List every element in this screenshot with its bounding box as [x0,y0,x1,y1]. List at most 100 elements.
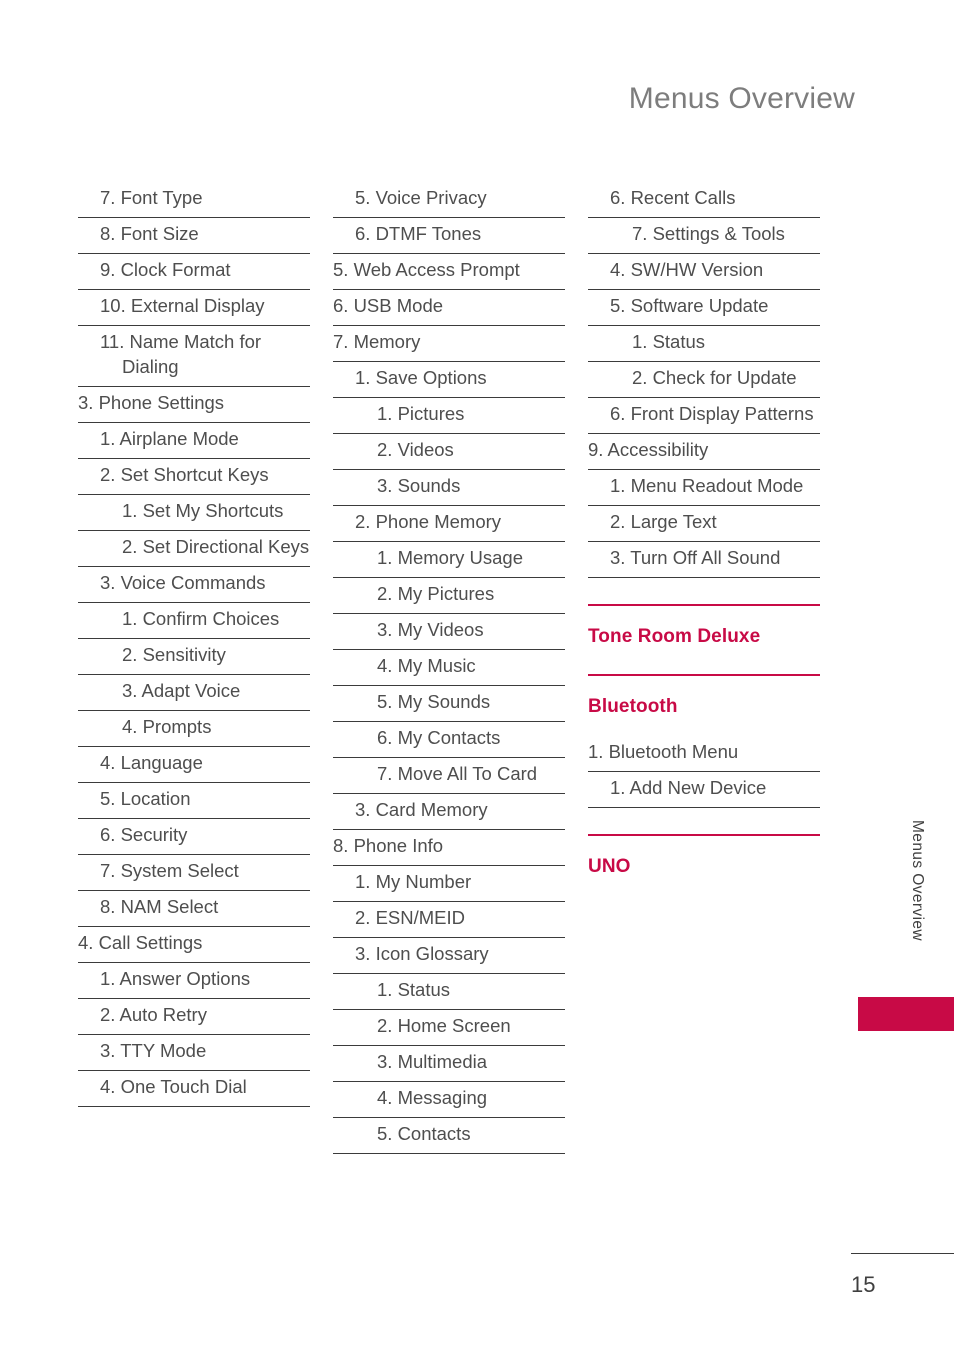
menu-item-label: 5. Web Access Prompt [333,259,520,280]
menu-columns: 7. Font Type 8. Font Size 9. Clock Format 1… [78,182,820,1154]
menu-item[interactable]: 6. My Contacts [333,722,565,758]
menu-item[interactable]: 6. Recent Calls [588,182,820,218]
menu-item[interactable]: 5. Web Access Prompt [333,254,565,290]
menu-item-label: 9. Accessibility [588,439,709,460]
menu-item[interactable]: 1. Status [588,326,820,362]
menu-item[interactable]: 7. Memory [333,326,565,362]
section-divider [588,834,820,836]
menu-item-label: 6. USB Mode [333,295,444,316]
menu-item[interactable]: 3. Card Memory [333,794,565,830]
menu-item[interactable]: 9. Accessibility [588,434,820,470]
menu-item[interactable]: 3. TTY Mode [78,1035,310,1071]
menu-item[interactable]: 9. Clock Format [78,254,310,290]
menu-item[interactable]: 10. External Display [78,290,310,326]
menu-item[interactable]: 1. Menu Readout Mode [588,470,820,506]
page-number: 15 [851,1272,876,1297]
menu-item-label: 1. Add New Device [610,777,767,798]
menu-item[interactable]: 1. Confirm Choices [78,603,310,639]
menu-item[interactable]: 2. Sensitivity [78,639,310,675]
menu-item[interactable]: 5. Contacts [333,1118,565,1154]
menu-item-label: 4. Language [100,752,203,773]
menu-item[interactable]: 1. Answer Options [78,963,310,999]
menu-item-label: 9. Clock Format [100,259,231,280]
menu-item[interactable]: 3. Voice Commands [78,567,310,603]
menu-item[interactable]: 2. Set Directional Keys [78,531,310,567]
menu-item[interactable]: 2. Large Text [588,506,820,542]
menu-item[interactable]: 2. My Pictures [333,578,565,614]
menu-item-label: 6. My Contacts [377,727,501,748]
menu-item[interactable]: 4. Call Settings [78,927,310,963]
menu-item[interactable]: 5. Software Update [588,290,820,326]
menu-item-label: 1. Set My Shortcuts [122,500,284,521]
menu-item-label: 6. Front Display Patterns [610,403,814,424]
menu-item[interactable]: 6. Front Display Patterns [588,398,820,434]
menu-item[interactable]: 1. Memory Usage [333,542,565,578]
menu-item-label: 2. Sensitivity [122,644,226,665]
menu-item[interactable]: 1. Add New Device [588,772,820,808]
menu-item[interactable]: 4. One Touch Dial [78,1071,310,1107]
menu-item[interactable]: 3. Sounds [333,470,565,506]
menu-item[interactable]: 2. Auto Retry [78,999,310,1035]
menu-item-label: 5. My Sounds [377,691,491,712]
menu-item[interactable]: 6. USB Mode [333,290,565,326]
menu-item-label: 1. Status [377,979,451,1000]
menu-item[interactable]: 4. SW/HW Version [588,254,820,290]
menu-item[interactable]: 4. My Music [333,650,565,686]
menu-item[interactable]: 5. Voice Privacy [333,182,565,218]
menu-item[interactable]: 1. Bluetooth Menu [588,736,820,772]
menu-item[interactable]: 2. Set Shortcut Keys [78,459,310,495]
menu-item-label: 8. Phone Info [333,835,444,856]
menu-item[interactable]: 11. Name Match for Dialing [78,326,310,387]
menu-item-label: 2. Large Text [610,511,717,532]
menu-item[interactable]: 8. Font Size [78,218,310,254]
menu-item[interactable]: 5. My Sounds [333,686,565,722]
menu-item-label: 7. Settings & Tools [632,223,785,244]
menu-item[interactable]: 1. Airplane Mode [78,423,310,459]
menu-item[interactable]: 8. Phone Info [333,830,565,866]
menu-item[interactable]: 3. Adapt Voice [78,675,310,711]
column-1: 7. Font Type 8. Font Size 9. Clock Format 1… [78,182,310,1154]
menu-item[interactable]: 7. Move All To Card [333,758,565,794]
menu-item[interactable]: 1. Pictures [333,398,565,434]
menu-item[interactable]: 3. Turn Off All Sound [588,542,820,578]
side-tab-marker [858,997,954,1031]
menu-item-label: 1. Bluetooth Menu [588,741,739,762]
menu-item[interactable]: 3. Phone Settings [78,387,310,423]
menu-item[interactable]: 4. Prompts [78,711,310,747]
menu-item[interactable]: 6. DTMF Tones [333,218,565,254]
menu-item[interactable]: 3. Multimedia [333,1046,565,1082]
menu-item-label: 2. Check for Update [632,367,797,388]
column-2: 5. Voice Privacy 6. DTMF Tones 5. Web Acce… [333,182,565,1154]
menu-item[interactable]: 4. Messaging [333,1082,565,1118]
menu-item-label: 10. External Display [100,295,265,316]
menu-item[interactable]: 5. Location [78,783,310,819]
menu-item[interactable]: 2. Check for Update [588,362,820,398]
menu-item[interactable]: 1. My Number [333,866,565,902]
section-title: UNO [588,856,631,877]
menu-item-label: 2. Videos [377,439,454,460]
menu-item[interactable]: 2. Home Screen [333,1010,565,1046]
section-divider [588,674,820,676]
section-block: Tone Room Deluxe [588,604,820,648]
menu-item-label: 1. Menu Readout Mode [610,475,804,496]
menu-item-label: 6. Security [100,824,188,845]
menu-item[interactable]: 2. ESN/MEID [333,902,565,938]
menu-item-label: 3. Card Memory [355,799,488,820]
menu-item[interactable]: 2. Videos [333,434,565,470]
menu-item[interactable]: 7. System Select [78,855,310,891]
menu-item-label: 3. My Videos [377,619,484,640]
menu-item[interactable]: 1. Save Options [333,362,565,398]
menu-item[interactable]: 3. Icon Glossary [333,938,565,974]
menu-item-label: 3. Turn Off All Sound [610,547,781,568]
menu-item[interactable]: 2. Phone Memory [333,506,565,542]
menu-item-label: 4. Messaging [377,1087,488,1108]
menu-item[interactable]: 8. NAM Select [78,891,310,927]
menu-item[interactable]: 4. Language [78,747,310,783]
section-title: Bluetooth [588,696,678,717]
menu-item[interactable]: 6. Security [78,819,310,855]
menu-item[interactable]: 7. Font Type [78,182,310,218]
menu-item[interactable]: 1. Set My Shortcuts [78,495,310,531]
menu-item[interactable]: 1. Status [333,974,565,1010]
menu-item[interactable]: 3. My Videos [333,614,565,650]
menu-item[interactable]: 7. Settings & Tools [588,218,820,254]
